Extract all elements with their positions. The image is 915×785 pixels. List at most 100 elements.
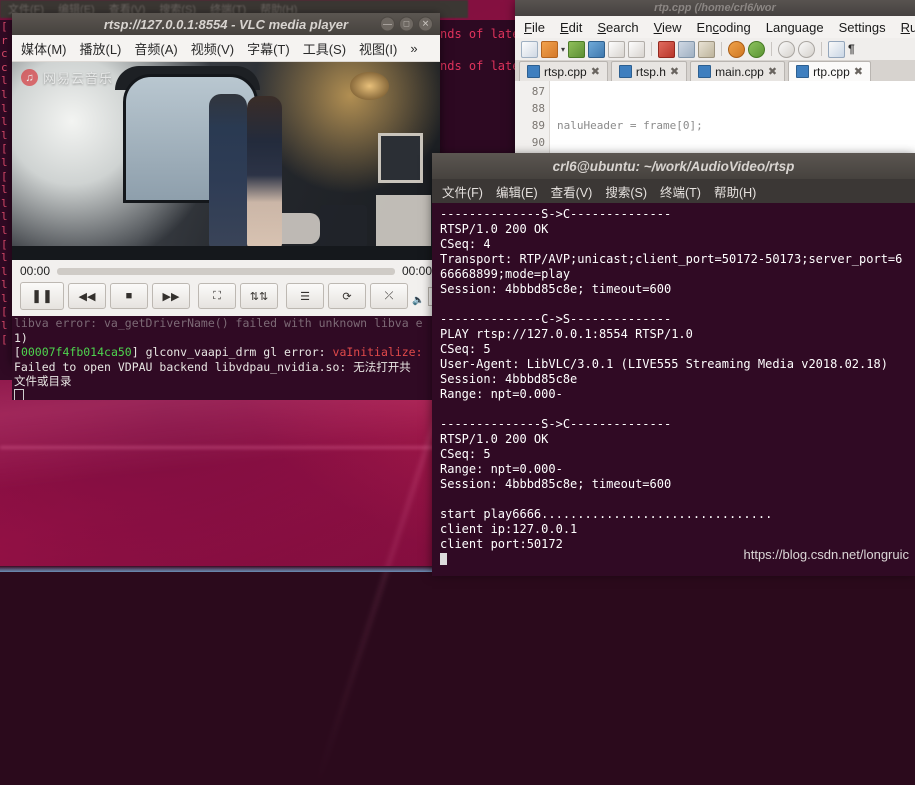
editor-titlebar[interactable]: rtp.cpp (/home/crl6/wor	[515, 0, 915, 16]
vlc-titlebar[interactable]: rtsp://127.0.0.1:8554 - VLC media player…	[12, 13, 440, 35]
vlc-log-line-3: Failed to open VDPAU backend libvdpau_nv…	[14, 359, 411, 374]
terminal-menu-help[interactable]: 帮助(H)	[714, 182, 756, 201]
undo-icon[interactable]	[728, 40, 746, 58]
toolbar-separator-3	[771, 42, 773, 56]
save-icon[interactable]	[568, 40, 586, 58]
next-button[interactable]: ▶▶	[152, 283, 190, 309]
editor-menu-settings[interactable]: Settings	[839, 20, 886, 35]
replace-icon[interactable]	[798, 40, 816, 58]
editor-menu-search[interactable]: Search	[597, 20, 638, 35]
close-file-icon[interactable]	[608, 40, 626, 58]
terminal-window[interactable]: crl6@ubuntu: ~/work/AudioVideo/rtsp 文件(F…	[432, 153, 915, 576]
tab-label: rtp.cpp	[813, 64, 850, 79]
vlc-menu-overflow-icon[interactable]: »	[410, 41, 417, 56]
editor-menu-edit[interactable]: Edit	[560, 20, 582, 35]
vlc-log-line-1: 1)	[14, 330, 28, 345]
extended-settings-button[interactable]: ⇅⇅	[240, 283, 278, 309]
new-file-icon[interactable]	[521, 40, 538, 58]
file-icon	[796, 65, 810, 78]
mute-icon[interactable]: 🔈	[412, 295, 424, 306]
redo-icon[interactable]	[748, 40, 766, 58]
vlc-log-error-token: vaInitialize:	[332, 345, 423, 359]
vlc-menu-video[interactable]: 视频(V)	[191, 39, 234, 58]
line-number: 87	[531, 85, 545, 98]
file-icon	[698, 65, 712, 78]
zoom-icon[interactable]	[828, 40, 846, 58]
terminal-cursor	[440, 553, 447, 565]
terminal-menu-terminal[interactable]: 终端(T)	[660, 182, 701, 201]
tab-rtsp-h[interactable]: rtsp.h ✖	[610, 61, 688, 81]
total-time: 00:00	[401, 264, 432, 278]
loop-button[interactable]: ⟳	[328, 283, 366, 309]
paste-icon[interactable]	[698, 40, 716, 58]
stop-button[interactable]: ■	[110, 283, 148, 309]
video-watermark: ♫ 网易云音乐	[21, 68, 113, 87]
tab-close-icon[interactable]: ✖	[591, 65, 600, 78]
maximize-icon[interactable]: □	[399, 16, 414, 32]
elapsed-time: 00:00	[20, 264, 51, 278]
minimize-icon[interactable]: —	[380, 16, 395, 32]
vlc-menu-audio[interactable]: 音频(A)	[134, 39, 177, 58]
vlc-menubar: 媒体(M) 播放(L) 音频(A) 视频(V) 字幕(T) 工具(S) 视图(I…	[12, 35, 440, 62]
copy-icon[interactable]	[678, 40, 696, 58]
vlc-video-surface[interactable]: ♫ 网易云音乐	[12, 62, 440, 260]
toolbar-separator-2	[721, 42, 723, 56]
vlc-window-buttons: — □ ✕	[380, 16, 433, 32]
tab-rtsp-cpp[interactable]: rtsp.cpp ✖	[519, 61, 608, 81]
terminal-titlebar[interactable]: crl6@ubuntu: ~/work/AudioVideo/rtsp	[432, 153, 915, 179]
terminal-output[interactable]: --------------S->C-------------- RTSP/1.…	[432, 203, 915, 576]
vlc-log-cursor	[14, 388, 24, 400]
terminal-menu-file[interactable]: 文件(F)	[442, 182, 483, 201]
video-person-left-shape	[208, 93, 248, 249]
vlc-menu-view[interactable]: 视图(I)	[359, 39, 397, 58]
netease-music-icon: ♫	[21, 69, 38, 86]
vlc-menu-media[interactable]: 媒体(M)	[21, 39, 67, 58]
fullscreen-button[interactable]: ⛶	[198, 283, 236, 309]
find-icon[interactable]	[778, 40, 796, 58]
editor-menu-view[interactable]: View	[654, 20, 682, 35]
previous-button[interactable]: ◀◀	[68, 283, 106, 309]
tab-close-icon[interactable]: ✖	[854, 65, 863, 78]
vlc-window[interactable]: rtsp://127.0.0.1:8554 - VLC media player…	[12, 13, 491, 400]
code-line: naluHeader = frame[0];	[557, 119, 703, 132]
seek-slider[interactable]	[57, 267, 395, 275]
editor-tabbar: rtsp.cpp ✖ rtsp.h ✖ main.cpp ✖ rtp.cpp ✖	[515, 60, 915, 81]
tab-label: rtsp.h	[635, 64, 666, 79]
terminal-menu-edit[interactable]: 编辑(E)	[496, 182, 538, 201]
terminal-output-text: --------------S->C-------------- RTSP/1.…	[440, 207, 903, 551]
vlc-log-line-4: 文件或目录	[14, 374, 72, 388]
line-number: 89	[531, 119, 545, 132]
play-pause-button[interactable]: ❚❚	[20, 282, 64, 310]
editor-menu-file[interactable]: File	[524, 20, 545, 35]
line-number: 88	[531, 102, 545, 115]
shuffle-button[interactable]: ⤫	[370, 283, 408, 309]
vlc-menu-playback[interactable]: 播放(L)	[80, 39, 122, 58]
toolbar-separator-4	[821, 42, 823, 56]
tab-rtp-cpp[interactable]: rtp.cpp ✖	[788, 61, 871, 81]
tab-label: main.cpp	[715, 64, 764, 79]
pilcrow-icon[interactable]: ¶	[848, 42, 855, 56]
editor-menu-language[interactable]: Language	[766, 20, 824, 35]
open-dropdown-icon[interactable]: ▾	[561, 45, 565, 54]
editor-title: rtp.cpp (/home/crl6/wor	[654, 2, 776, 14]
vlc-menu-tools[interactable]: 工具(S)	[303, 39, 346, 58]
close-icon[interactable]: ✕	[418, 16, 433, 32]
video-watermark-label: 网易云音乐	[43, 71, 114, 86]
terminal-title: crl6@ubuntu: ~/work/AudioVideo/rtsp	[552, 158, 795, 174]
terminal-menu-view[interactable]: 查看(V)	[551, 182, 593, 201]
file-icon	[527, 65, 540, 78]
editor-menu-encoding[interactable]: Encoding	[697, 20, 751, 35]
open-file-icon[interactable]	[541, 40, 558, 58]
vlc-menu-subtitle[interactable]: 字幕(T)	[247, 39, 290, 58]
tab-close-icon[interactable]: ✖	[768, 65, 777, 78]
tab-close-icon[interactable]: ✖	[670, 65, 679, 78]
terminal-menu-search[interactable]: 搜索(S)	[605, 182, 647, 201]
tab-main-cpp[interactable]: main.cpp ✖	[690, 61, 786, 81]
close-all-icon[interactable]	[628, 40, 646, 58]
playlist-button[interactable]: ☰	[286, 283, 324, 309]
save-all-icon[interactable]	[588, 40, 606, 58]
file-icon	[618, 65, 632, 78]
line-number: 90	[531, 136, 545, 149]
cut-icon[interactable]	[658, 40, 676, 58]
editor-menu-run[interactable]: Ru	[901, 20, 915, 35]
